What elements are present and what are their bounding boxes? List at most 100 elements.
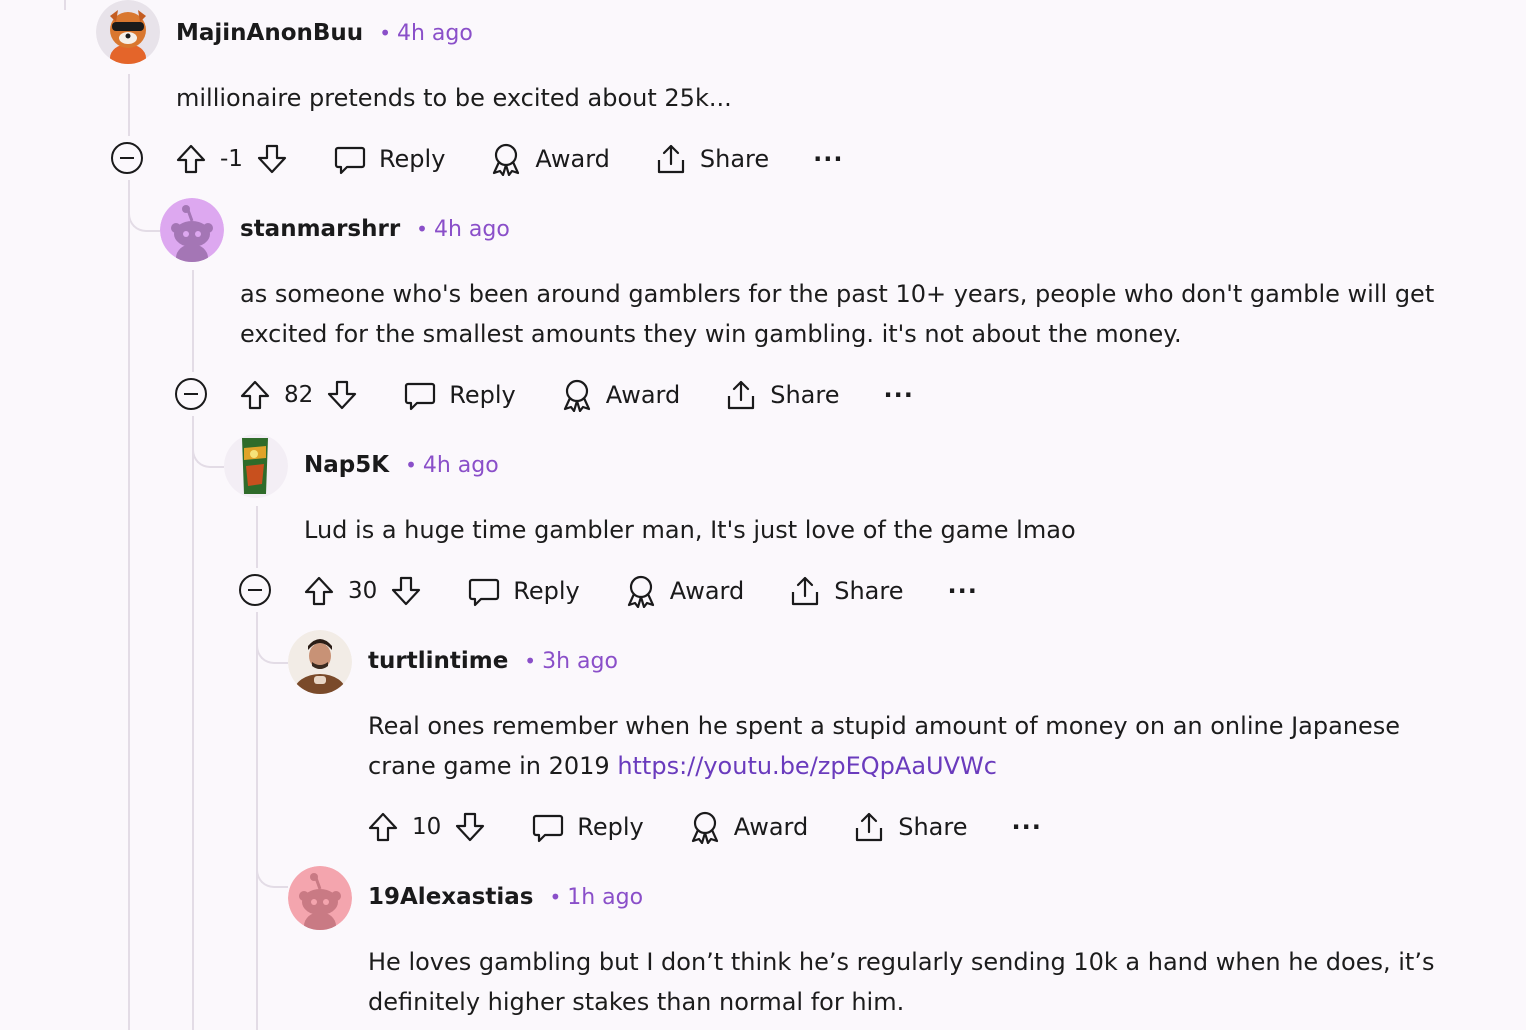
reply-button[interactable]: Reply [531, 810, 644, 844]
thread-line-level-1[interactable] [128, 74, 130, 136]
timestamp[interactable]: 4h ago [397, 21, 473, 46]
reply-button[interactable]: Reply [333, 142, 445, 176]
downvote-arrow-icon [456, 812, 485, 842]
reply-label: Reply [577, 813, 644, 841]
comment-line: as someone who's been around gamblers fo… [240, 280, 1435, 308]
snoo-default-pink-avatar-icon [288, 866, 352, 930]
award-button[interactable]: Award [560, 378, 680, 412]
award-button[interactable]: Award [489, 142, 610, 176]
award-label: Award [669, 577, 745, 605]
thread-line-level-0 [64, 0, 66, 10]
thread-line-level-3[interactable] [256, 506, 258, 568]
share-button[interactable]: Share [852, 810, 967, 844]
share-button[interactable]: Share [724, 378, 839, 412]
upvote-button[interactable] [366, 810, 400, 844]
share-label: Share [770, 381, 840, 409]
more-options-button[interactable]: ··· [1011, 815, 1041, 839]
downvote-button[interactable] [325, 378, 359, 412]
username[interactable]: MajinAnonBuu [176, 20, 363, 46]
downvote-arrow-icon [257, 144, 287, 174]
collapse-circle-minus-icon [175, 378, 207, 410]
separator-dot: • [524, 649, 537, 673]
award-button[interactable]: Award [688, 810, 808, 844]
comment-body: Real ones remember when he spent a stupi… [368, 706, 1400, 786]
comment-line: definitely higher stakes than normal for… [368, 988, 905, 1016]
video-link[interactable]: https://youtu.be/zpEQpAaUVWc [617, 752, 997, 780]
downvote-button[interactable] [255, 142, 289, 176]
avatar[interactable] [224, 434, 288, 498]
downvote-button[interactable] [453, 810, 487, 844]
comment-actions: 30 Reply Award Share ··· [302, 569, 978, 613]
share-upload-icon [852, 810, 886, 844]
separator-dot: • [379, 21, 391, 45]
vote-score: 10 [412, 814, 442, 840]
upvote-button[interactable] [302, 574, 336, 608]
award-label: Award [605, 381, 681, 409]
downvote-button[interactable] [389, 574, 423, 608]
reply-label: Reply [513, 577, 580, 605]
timestamp[interactable]: 4h ago [434, 217, 510, 242]
person-photo-avatar-icon [288, 630, 352, 694]
thread-branch [192, 416, 224, 468]
comment-meta: turtlintime • 3h ago [368, 648, 618, 674]
comment-meta: 19Alexastias • 1h ago [368, 884, 643, 910]
comment-actions: 10 Reply Award Share ··· [366, 805, 1042, 849]
username[interactable]: Nap5K [304, 452, 389, 478]
snoo-default-purple-avatar-icon [160, 198, 224, 262]
avatar[interactable] [160, 198, 224, 262]
share-label: Share [699, 145, 770, 173]
comment-line: millionaire pretends to be excited about… [176, 84, 732, 112]
timestamp[interactable]: 4h ago [423, 453, 499, 478]
reply-button[interactable]: Reply [403, 378, 516, 412]
upvote-button[interactable] [174, 142, 208, 176]
comment-body: as someone who's been around gamblers fo… [240, 274, 1434, 354]
comment-body: millionaire pretends to be excited about… [176, 78, 732, 118]
avatar[interactable] [96, 0, 160, 64]
upvote-arrow-icon [240, 380, 270, 410]
comment-bubble-icon [403, 378, 437, 412]
comment-bubble-icon [467, 574, 501, 608]
share-button[interactable]: Share [654, 142, 769, 176]
username[interactable]: stanmarshrr [240, 216, 400, 242]
thread-line-level-2[interactable] [192, 270, 194, 372]
username[interactable]: turtlintime [368, 648, 508, 674]
share-label: Share [834, 577, 904, 605]
separator-dot: • [549, 885, 562, 909]
collapse-button[interactable] [174, 377, 208, 411]
comment-line: crane game in 2019 [368, 752, 618, 780]
avatar[interactable] [288, 866, 352, 930]
timestamp[interactable]: 1h ago [567, 885, 643, 910]
more-options-button[interactable]: ··· [883, 383, 913, 407]
comment-line: He loves gambling but I don’t think he’s… [368, 948, 1435, 976]
collapse-button[interactable] [238, 573, 272, 607]
thread-line-level-2[interactable] [192, 416, 194, 1030]
upvote-arrow-icon [176, 144, 206, 174]
upvote-button[interactable] [238, 378, 272, 412]
snack-bag-avatar-icon [224, 434, 288, 498]
award-button[interactable]: Award [624, 574, 744, 608]
downvote-arrow-icon [328, 380, 357, 410]
upvote-arrow-icon [304, 576, 334, 606]
award-ribbon-icon [560, 378, 594, 412]
thread-line-level-1[interactable] [128, 180, 130, 1030]
thread-branch [128, 180, 160, 232]
collapse-button[interactable] [110, 141, 144, 175]
separator-dot: • [405, 453, 417, 477]
collapse-circle-minus-icon [111, 142, 143, 174]
collapse-circle-minus-icon [239, 574, 271, 606]
vote-score: -1 [220, 146, 243, 172]
avatar[interactable] [288, 630, 352, 694]
share-button[interactable]: Share [788, 574, 903, 608]
comment-body: He loves gambling but I don’t think he’s… [368, 942, 1434, 1022]
more-options-button[interactable]: ··· [813, 147, 843, 171]
reply-button[interactable]: Reply [467, 574, 580, 608]
vote-group: 82 [238, 378, 359, 412]
timestamp[interactable]: 3h ago [542, 649, 618, 674]
username[interactable]: 19Alexastias [368, 884, 533, 910]
award-label: Award [733, 813, 809, 841]
share-upload-icon [788, 574, 822, 608]
award-ribbon-icon [688, 810, 722, 844]
comment-body: Lud is a huge time gambler man, It's jus… [304, 510, 1076, 550]
more-options-button[interactable]: ··· [947, 579, 977, 603]
vote-group: -1 [174, 142, 289, 176]
